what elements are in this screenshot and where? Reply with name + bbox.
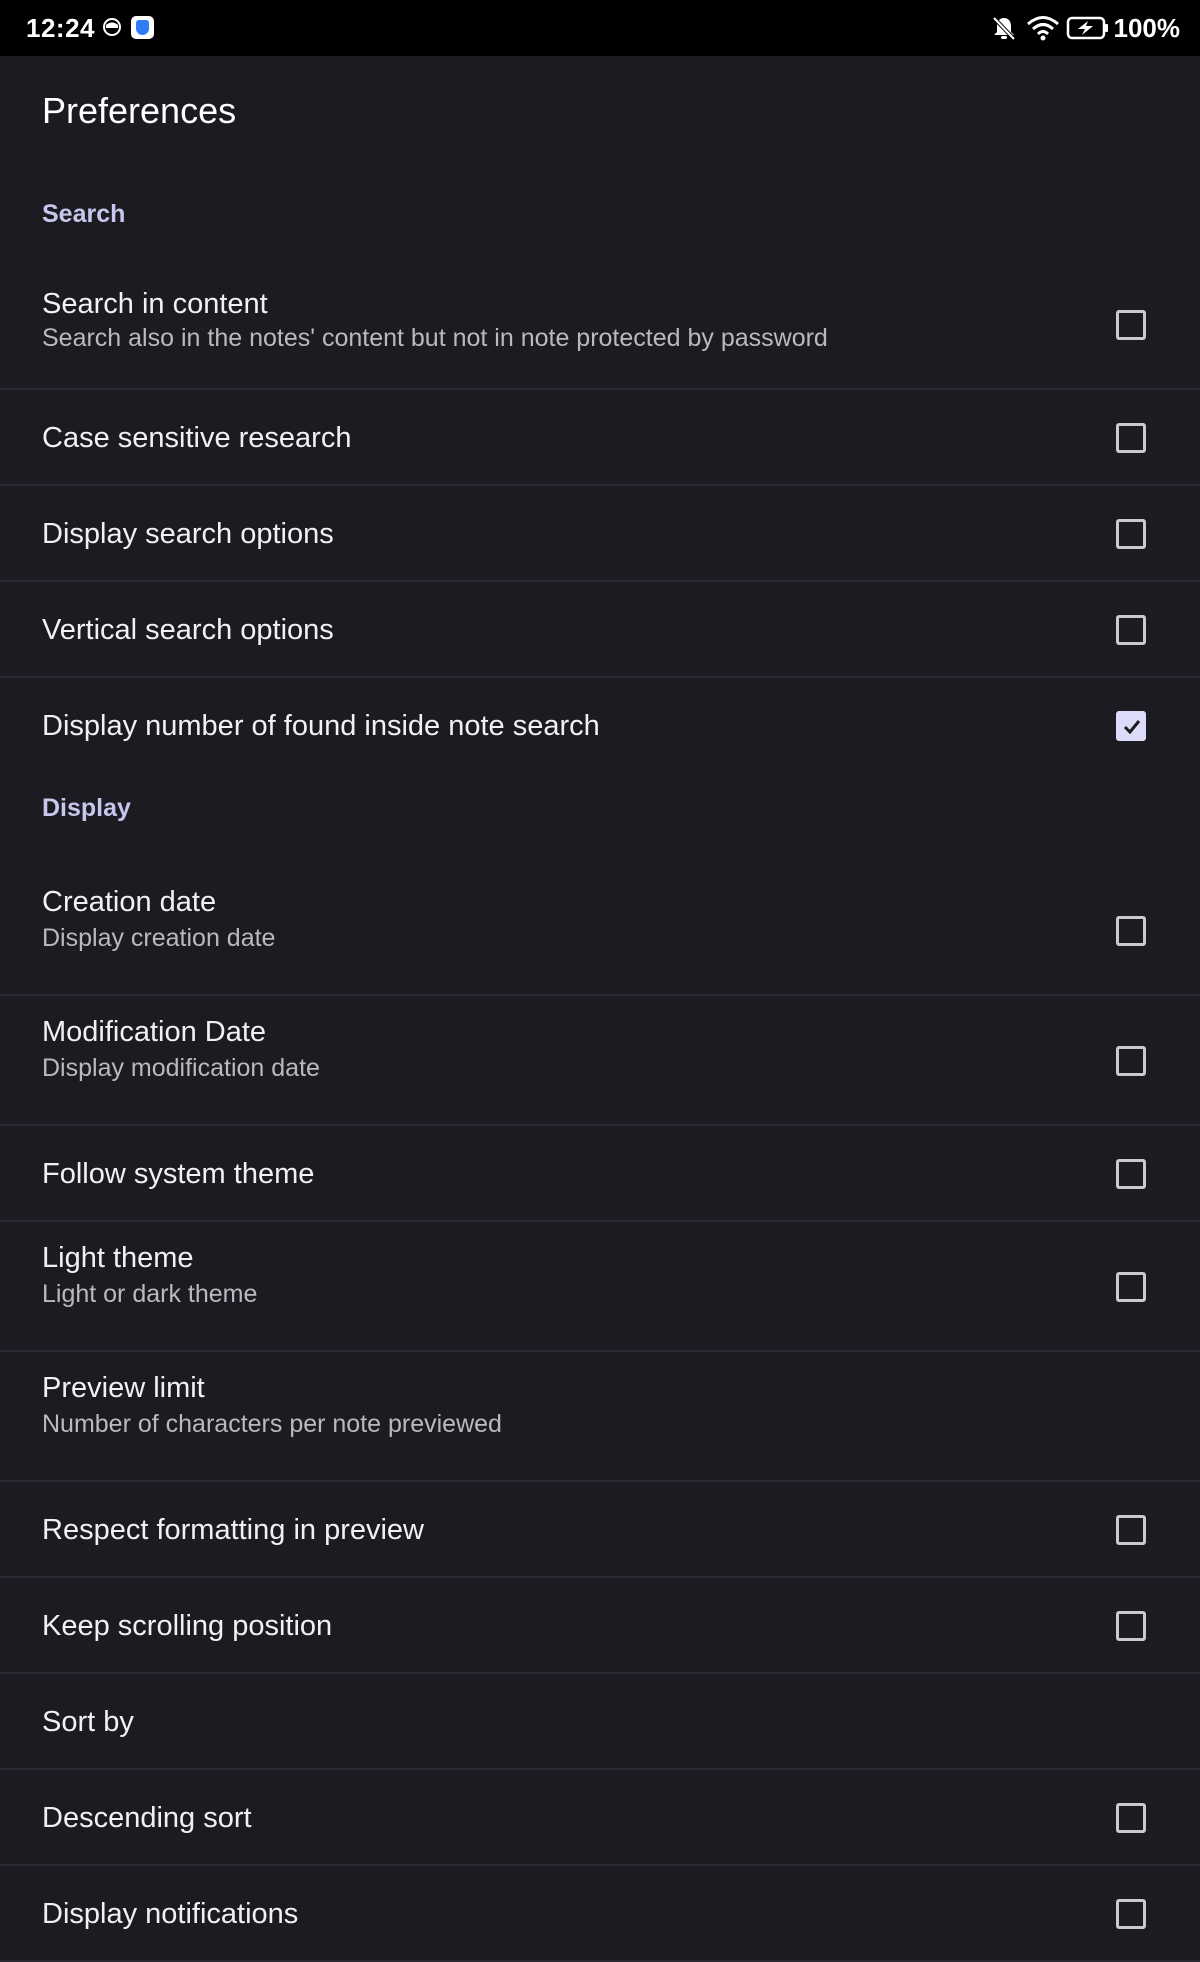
pref-title: Respect formatting in preview [42, 1514, 424, 1546]
status-time: 12:24 [26, 13, 95, 43]
wifi-icon [1026, 16, 1059, 41]
checkbox[interactable] [1116, 711, 1146, 741]
checkbox[interactable] [1116, 1515, 1146, 1545]
bell-muted-icon [992, 16, 1015, 41]
pref-display-notifications[interactable]: Display notifications [0, 1866, 1200, 1962]
pref-display-found-count[interactable]: Display number of found inside note sear… [0, 678, 1200, 774]
pref-title: Case sensitive research [42, 422, 352, 454]
checkbox[interactable] [1116, 1046, 1146, 1076]
checkbox[interactable] [1116, 423, 1146, 453]
section-header-display: Display [42, 794, 131, 822]
checkbox[interactable] [1116, 1611, 1146, 1641]
pref-summary: Search also in the notes' content but no… [42, 324, 828, 352]
pref-keep-scrolling-position[interactable]: Keep scrolling position [0, 1578, 1200, 1674]
pref-creation-date[interactable]: Creation date Display creation date [0, 866, 1200, 996]
pref-light-theme[interactable]: Light theme Light or dark theme [0, 1222, 1200, 1352]
pref-summary: Display creation date [42, 924, 276, 952]
pref-case-sensitive[interactable]: Case sensitive research [0, 390, 1200, 486]
pref-summary: Number of characters per note previewed [42, 1410, 502, 1438]
pref-title: Vertical search options [42, 614, 334, 646]
preferences-list: Search Search in content Search also in … [0, 168, 1200, 1962]
pref-title: Sort by [42, 1706, 134, 1738]
pref-title: Light theme [42, 1242, 194, 1274]
checkbox[interactable] [1116, 1272, 1146, 1302]
pref-preview-limit[interactable]: Preview limit Number of characters per n… [0, 1352, 1200, 1482]
checkbox[interactable] [1116, 310, 1146, 340]
checkbox[interactable] [1116, 1899, 1146, 1929]
checkbox[interactable] [1116, 1159, 1146, 1189]
pref-title: Descending sort [42, 1802, 252, 1834]
checkbox[interactable] [1116, 615, 1146, 645]
pref-title: Creation date [42, 886, 217, 918]
section-header-search: Search [42, 200, 126, 228]
pref-summary: Display modification date [42, 1054, 320, 1082]
pref-respect-formatting[interactable]: Respect formatting in preview [0, 1482, 1200, 1578]
checkbox[interactable] [1116, 1803, 1146, 1833]
shield-app-icon [131, 16, 154, 39]
checkmark-icon [1123, 720, 1141, 735]
status-bar: 12:24 100% [0, 0, 1200, 56]
pref-title: Display notifications [42, 1898, 299, 1930]
checkbox[interactable] [1116, 519, 1146, 549]
pref-vertical-search-options[interactable]: Vertical search options [0, 582, 1200, 678]
battery-percentage: 100% [1113, 12, 1181, 43]
app-notification-icon [103, 18, 121, 36]
pref-descending-sort[interactable]: Descending sort [0, 1770, 1200, 1866]
pref-title: Search in content [42, 288, 268, 320]
pref-title: Modification Date [42, 1016, 267, 1048]
pref-modification-date[interactable]: Modification Date Display modification d… [0, 996, 1200, 1126]
pref-title: Follow system theme [42, 1158, 315, 1190]
pref-summary: Light or dark theme [42, 1280, 258, 1308]
pref-title: Display number of found inside note sear… [42, 710, 600, 742]
pref-display-search-options[interactable]: Display search options [0, 486, 1200, 582]
battery-charging-icon [1066, 16, 1108, 40]
pref-sort-by[interactable]: Sort by [0, 1674, 1200, 1770]
checkbox[interactable] [1116, 916, 1146, 946]
page-title: Preferences [42, 90, 237, 131]
pref-follow-system-theme[interactable]: Follow system theme [0, 1126, 1200, 1222]
pref-search-in-content[interactable]: Search in content Search also in the not… [0, 260, 1200, 390]
pref-title: Preview limit [42, 1372, 205, 1404]
pref-title: Display search options [42, 518, 334, 550]
pref-title: Keep scrolling position [42, 1610, 333, 1642]
app-bar: Preferences [0, 56, 1200, 168]
